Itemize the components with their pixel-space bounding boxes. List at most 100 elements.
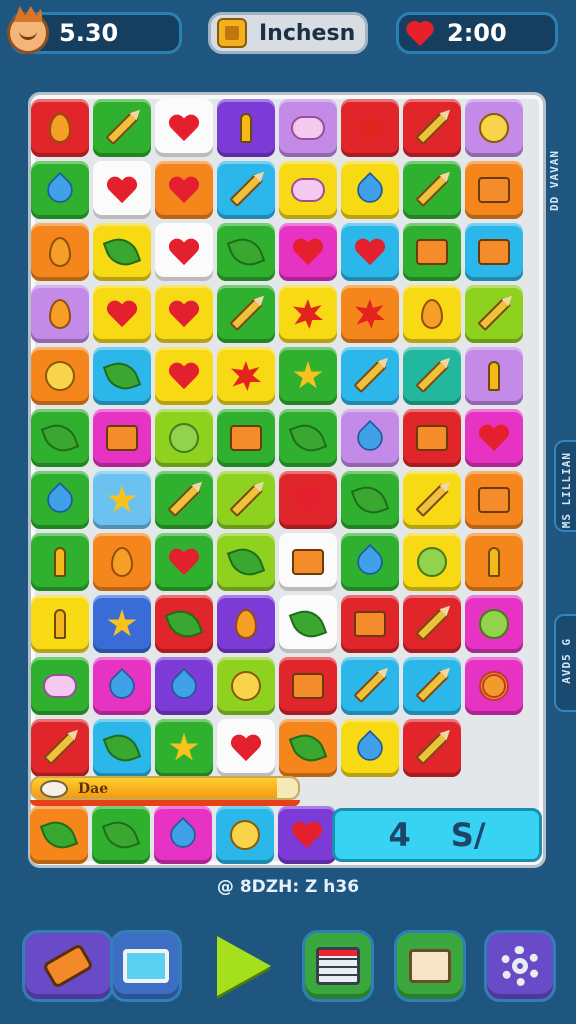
board-tile[interactable] (403, 285, 461, 343)
board-tile[interactable] (31, 285, 89, 343)
board-tile[interactable] (155, 223, 213, 281)
board-tile[interactable] (403, 471, 461, 529)
board-tile[interactable] (403, 595, 461, 653)
board-tile[interactable] (465, 657, 523, 715)
board-tile[interactable] (155, 347, 213, 405)
board-tile[interactable] (93, 409, 151, 467)
board-tile[interactable] (93, 657, 151, 715)
board-tile[interactable] (279, 409, 337, 467)
board-tile[interactable] (217, 223, 275, 281)
board-tile[interactable] (217, 99, 275, 157)
settings-button[interactable] (484, 930, 556, 1002)
board-tile[interactable] (341, 99, 399, 157)
monitor-button[interactable] (110, 930, 182, 1002)
next-tile[interactable] (30, 806, 88, 864)
board-tile[interactable] (217, 595, 275, 653)
board-tile[interactable] (279, 347, 337, 405)
side-tab-mid[interactable]: MS LILLIAN (554, 440, 576, 532)
board-tile[interactable] (93, 161, 151, 219)
board-tile[interactable] (465, 223, 523, 281)
level-panel[interactable]: Inchesn (208, 12, 368, 54)
board-tile[interactable] (155, 719, 213, 777)
board-tile[interactable] (31, 99, 89, 157)
board-tile[interactable] (279, 533, 337, 591)
board-tile[interactable] (465, 161, 523, 219)
board-tile[interactable] (31, 595, 89, 653)
board-tile[interactable] (465, 533, 523, 591)
board-tile[interactable] (155, 99, 213, 157)
board-tile[interactable] (279, 285, 337, 343)
board-tile[interactable] (31, 161, 89, 219)
board-tile[interactable] (341, 595, 399, 653)
board-tile[interactable] (341, 347, 399, 405)
board-tile[interactable] (279, 719, 337, 777)
board-tile[interactable] (465, 471, 523, 529)
player-avatar-icon[interactable] (7, 12, 49, 54)
board-tile[interactable] (465, 347, 523, 405)
board-tile[interactable] (465, 595, 523, 653)
board-tile[interactable] (341, 161, 399, 219)
board-tile[interactable] (217, 409, 275, 467)
board-tile[interactable] (217, 657, 275, 715)
board-tile[interactable] (341, 657, 399, 715)
board-tile[interactable] (31, 409, 89, 467)
board-tile[interactable] (155, 595, 213, 653)
board-tile[interactable] (93, 595, 151, 653)
board-tile[interactable] (465, 409, 523, 467)
board-tile[interactable] (279, 471, 337, 529)
next-tile[interactable] (278, 806, 336, 864)
board-tile[interactable] (403, 719, 461, 777)
board-tile[interactable] (31, 223, 89, 281)
board-tile[interactable] (217, 161, 275, 219)
board-tile[interactable] (155, 471, 213, 529)
board-tile[interactable] (155, 657, 213, 715)
board-tile[interactable] (93, 99, 151, 157)
board-tile[interactable] (341, 285, 399, 343)
phone-button[interactable] (22, 930, 114, 1002)
board-tile[interactable] (465, 99, 523, 157)
board-tile[interactable] (341, 409, 399, 467)
board-tile[interactable] (31, 719, 89, 777)
board-tile[interactable] (217, 347, 275, 405)
board-tile[interactable] (31, 347, 89, 405)
board-tile[interactable] (403, 99, 461, 157)
board-tile[interactable] (403, 161, 461, 219)
side-tab-low[interactable]: AVD5 G (554, 614, 576, 712)
board-tile[interactable] (93, 285, 151, 343)
board-tile[interactable] (93, 719, 151, 777)
board-tile[interactable] (217, 719, 275, 777)
board-tile[interactable] (279, 99, 337, 157)
board-tile[interactable] (341, 719, 399, 777)
next-tile[interactable] (216, 806, 274, 864)
board-tile[interactable] (93, 471, 151, 529)
board-tile[interactable] (217, 471, 275, 529)
board-tile[interactable] (155, 409, 213, 467)
board-tile[interactable] (341, 471, 399, 529)
board-tile[interactable] (403, 223, 461, 281)
board-tile[interactable] (31, 471, 89, 529)
board-tile[interactable] (279, 595, 337, 653)
next-tile[interactable] (154, 806, 212, 864)
board-tile[interactable] (279, 657, 337, 715)
board-tile[interactable] (93, 223, 151, 281)
board-tile[interactable] (403, 657, 461, 715)
board-tile[interactable] (31, 533, 89, 591)
board-tile[interactable] (93, 533, 151, 591)
board-tile[interactable] (403, 409, 461, 467)
board-tile[interactable] (279, 223, 337, 281)
play-button[interactable] (208, 930, 280, 1002)
stats-button[interactable] (302, 930, 374, 1002)
board-tile[interactable] (155, 285, 213, 343)
board-tile[interactable] (31, 657, 89, 715)
board-tile[interactable] (341, 533, 399, 591)
board-tile[interactable] (155, 161, 213, 219)
board-tile[interactable] (403, 533, 461, 591)
board-tile[interactable] (403, 347, 461, 405)
board-tile[interactable] (279, 161, 337, 219)
next-tile[interactable] (92, 806, 150, 864)
board-tile[interactable] (217, 533, 275, 591)
map-button[interactable] (394, 930, 466, 1002)
board-tile[interactable] (217, 285, 275, 343)
board-tile[interactable] (155, 533, 213, 591)
board-tile[interactable] (341, 223, 399, 281)
